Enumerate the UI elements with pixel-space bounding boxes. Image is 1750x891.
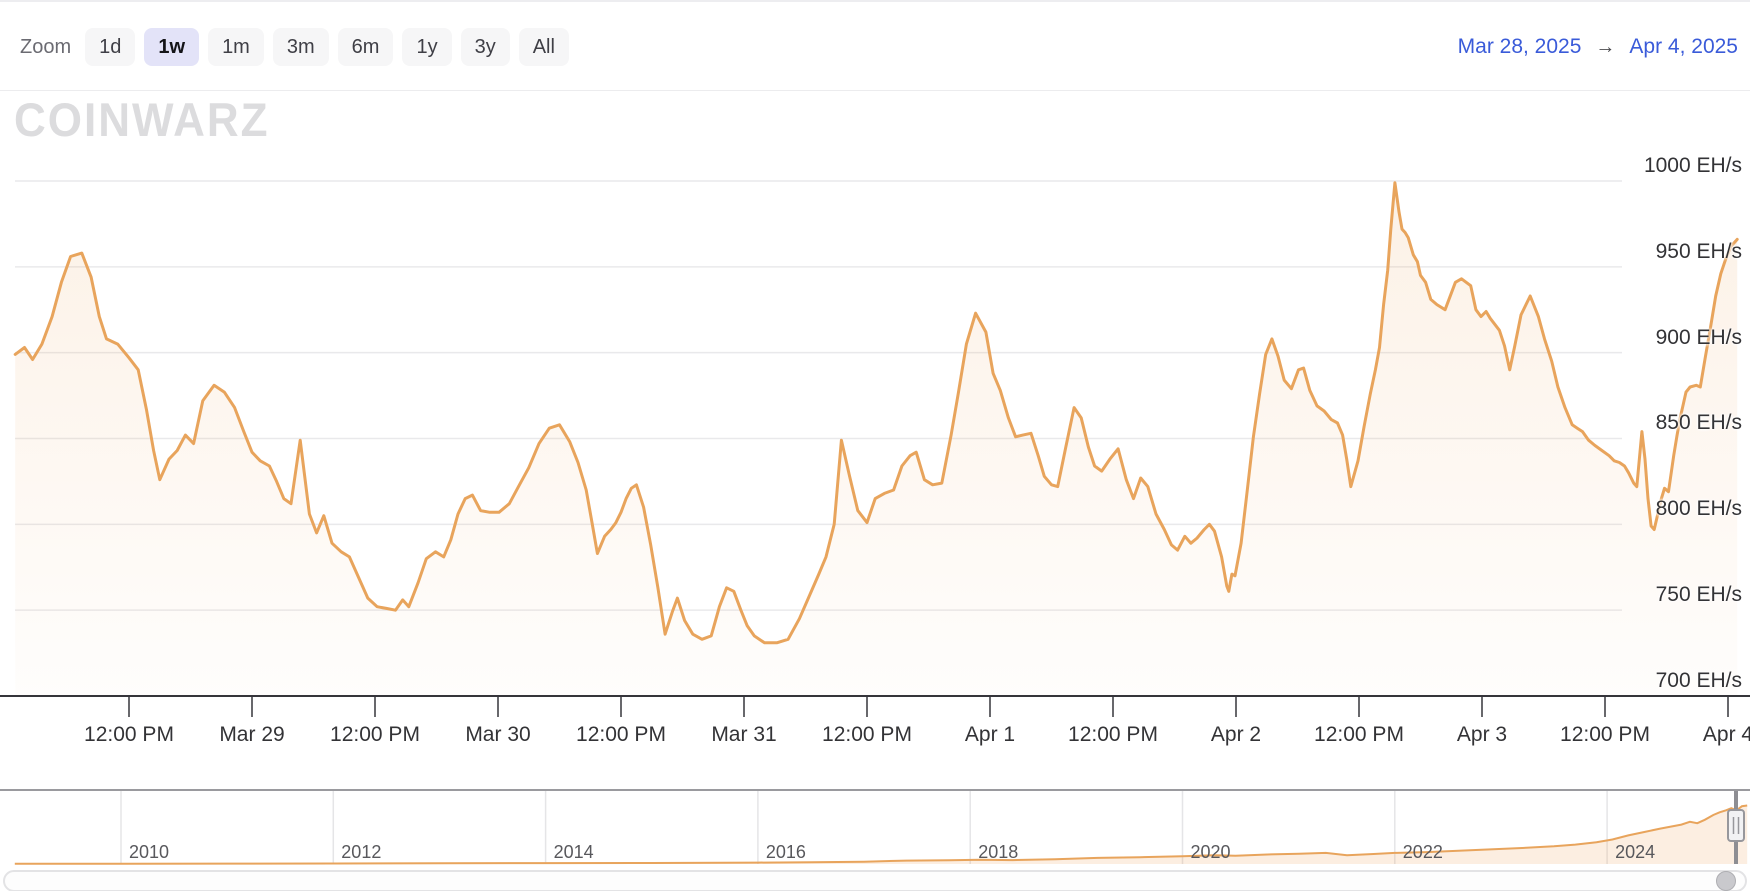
navigator-year-label: 2024	[1615, 842, 1655, 863]
y-axis-label: 900 EH/s	[1582, 326, 1742, 350]
horizontal-scrollbar-track[interactable]	[3, 870, 1747, 891]
x-axis-label: Mar 29	[187, 723, 317, 747]
zoom-button-1m[interactable]: 1m	[208, 28, 264, 66]
zoom-button-1w[interactable]: 1w	[144, 28, 199, 66]
zoom-button-3y[interactable]: 3y	[461, 28, 510, 66]
y-axis-label: 950 EH/s	[1582, 240, 1742, 264]
y-axis-label: 750 EH/s	[1582, 583, 1742, 607]
navigator-year-label: 2014	[554, 842, 594, 863]
x-axis-label: Apr 3	[1417, 723, 1547, 747]
y-axis-label: 850 EH/s	[1582, 411, 1742, 435]
x-axis-label: 12:00 PM	[310, 723, 440, 747]
navigator-year-label: 2022	[1403, 842, 1443, 863]
zoom-button-3m[interactable]: 3m	[273, 28, 329, 66]
zoom-button-1d[interactable]: 1d	[85, 28, 135, 66]
x-axis-label: 12:00 PM	[556, 723, 686, 747]
navigator-year-label: 2016	[766, 842, 806, 863]
zoom-label: Zoom	[20, 36, 71, 59]
navigator-year-label: 2020	[1191, 842, 1231, 863]
navigator-year-label: 2012	[341, 842, 381, 863]
x-axis-label: 12:00 PM	[1540, 723, 1670, 747]
navigator-area-fill	[15, 806, 1747, 865]
chart-plot-area[interactable]	[0, 90, 1750, 696]
x-axis-label: 12:00 PM	[802, 723, 932, 747]
y-axis-label: 1000 EH/s	[1582, 154, 1742, 178]
date-from-input[interactable]: Mar 28, 2025	[1458, 35, 1582, 59]
y-axis-label: 700 EH/s	[1582, 669, 1742, 693]
zoom-button-all[interactable]: All	[519, 28, 569, 66]
zoom-button-group: 1d1w1m3m6m1y 3yAll	[85, 28, 578, 66]
arrow-right-icon: →	[1595, 36, 1615, 59]
x-axis-label: Apr 4	[1663, 723, 1750, 747]
x-axis-label: Mar 30	[433, 723, 563, 747]
x-axis-label: 12:00 PM	[1048, 723, 1178, 747]
x-axis-label: 12:00 PM	[64, 723, 194, 747]
x-axis-label: Mar 31	[679, 723, 809, 747]
chart-toolbar: Zoom 1d1w1m3m6m1y 3yAll Mar 28, 2025 → Ap…	[20, 26, 1738, 68]
navigator-handle[interactable]	[1728, 810, 1744, 841]
horizontal-scrollbar-thumb[interactable]	[1716, 871, 1736, 891]
navigator[interactable]	[0, 789, 1750, 868]
x-axis-label: Apr 2	[1171, 723, 1301, 747]
date-range: Mar 28, 2025 → Apr 4, 2025	[1458, 35, 1738, 59]
zoom-button-1y[interactable]: 1y	[402, 28, 451, 66]
hashrate-chart-widget: Zoom 1d1w1m3m6m1y 3yAll Mar 28, 2025 → Ap…	[0, 0, 1750, 891]
x-axis-label: 12:00 PM	[1294, 723, 1424, 747]
x-axis-label: Apr 1	[925, 723, 1055, 747]
zoom-button-6m[interactable]: 6m	[338, 28, 394, 66]
y-axis-label: 800 EH/s	[1582, 497, 1742, 521]
date-to-input[interactable]: Apr 4, 2025	[1629, 35, 1738, 59]
navigator-year-label: 2018	[978, 842, 1018, 863]
navigator-year-label: 2010	[129, 842, 169, 863]
